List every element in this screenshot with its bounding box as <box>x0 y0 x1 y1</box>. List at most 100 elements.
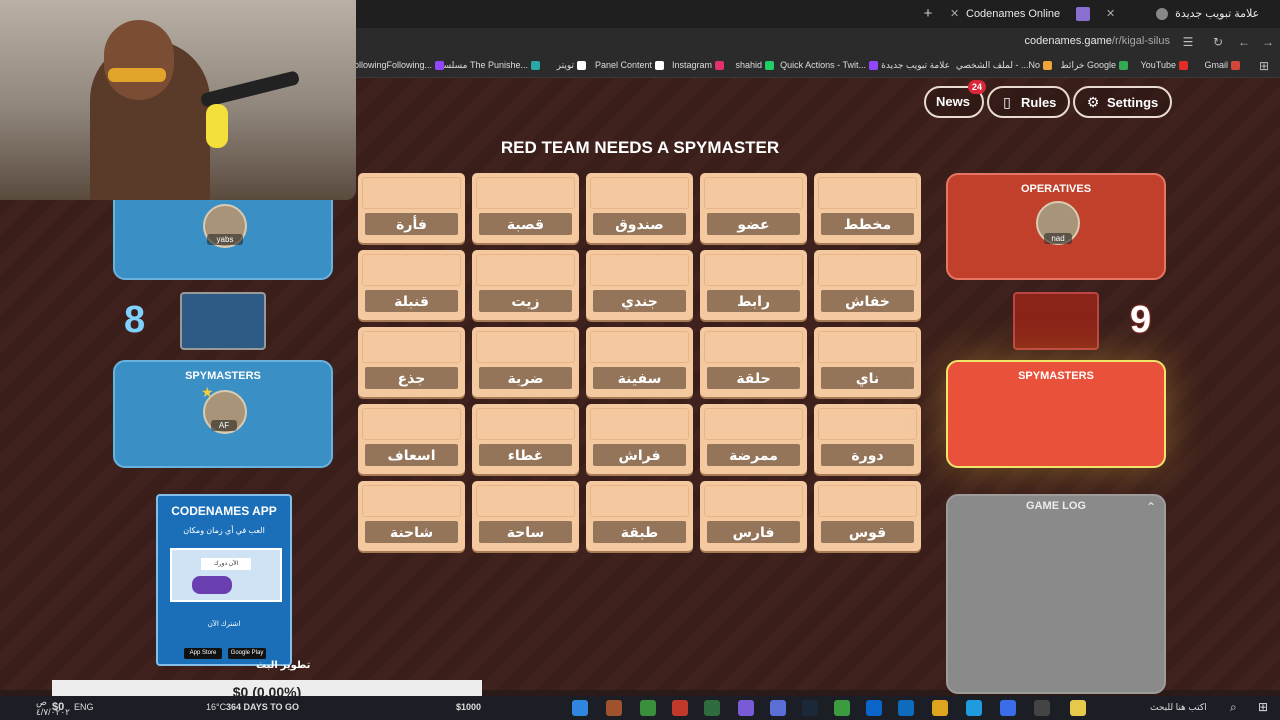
bookmark-label: Quick Actions - Twit... <box>780 60 866 70</box>
game-icon[interactable] <box>606 700 622 716</box>
stream-days-left: 364 DAYS TO GO <box>226 702 300 712</box>
bookmark-instagram[interactable]: Instagram <box>672 60 724 71</box>
word-card[interactable]: ضربة <box>472 327 579 397</box>
youtube-icon <box>1179 61 1188 71</box>
app-store-button[interactable]: App Store <box>184 648 222 659</box>
word-card[interactable]: صندوق <box>586 173 693 243</box>
app-icon[interactable] <box>672 700 688 716</box>
windows-start-icon[interactable]: ⊞ <box>1258 700 1268 714</box>
card-face <box>704 177 803 209</box>
word-card[interactable]: جندي <box>586 250 693 320</box>
bookmark-gmail[interactable]: Gmail <box>1204 60 1240 71</box>
temperature: 16°C <box>206 702 227 712</box>
app-promo-tagline: العب في أي زمان ومكان <box>183 526 265 535</box>
card-face <box>476 177 575 209</box>
settings-button[interactable]: ⚙ Settings <box>1073 86 1173 118</box>
card-word: فارس <box>707 521 800 543</box>
bookmark-maps[interactable]: خرائط Google <box>1060 60 1128 71</box>
chrome-icon <box>1156 8 1168 21</box>
word-card[interactable]: اسعاف <box>358 404 465 474</box>
close-tab-icon[interactable]: ✕ <box>1100 4 1121 24</box>
card-face <box>704 485 803 517</box>
word-card[interactable]: طبقة <box>586 481 693 551</box>
rules-label: Rules <box>1021 95 1057 110</box>
bookmark-twitter[interactable]: تويتر <box>557 60 586 71</box>
taskbar-search-field[interactable]: اكتب هنا للبحث <box>1150 702 1207 713</box>
word-card[interactable]: رابط <box>700 250 807 320</box>
card-word: ممرضة <box>707 444 800 466</box>
word-card[interactable]: خفاش <box>814 250 921 320</box>
bookmark-profile[interactable]: لملف الشخصي - ...No <box>956 60 1052 71</box>
blue-operatives-panel: yabs <box>113 188 333 280</box>
bookmark-panel-content[interactable]: Panel Content <box>595 60 664 71</box>
xbox-icon[interactable] <box>704 700 720 716</box>
collapse-chevron-icon[interactable]: ⌃ <box>1146 500 1156 514</box>
forward-icon[interactable]: ← <box>1236 34 1252 50</box>
file-explorer-icon[interactable] <box>932 700 948 716</box>
spymasters-title: SPYMASTERS <box>1018 370 1094 382</box>
word-card[interactable]: قنبلة <box>358 250 465 320</box>
discord-icon[interactable] <box>738 700 754 716</box>
card-face <box>704 408 803 440</box>
game-icon[interactable] <box>572 700 588 716</box>
tab-label: علامة تبويب جديدة <box>1175 8 1260 20</box>
codenames-app-promo[interactable]: CODENAMES APP العب في أي زمان ومكان الآن… <box>156 494 292 666</box>
word-card[interactable]: مخطط <box>814 173 921 243</box>
word-card[interactable]: زيت <box>472 250 579 320</box>
task-view-icon[interactable] <box>1034 700 1050 716</box>
app-icon[interactable] <box>1000 700 1016 716</box>
rules-button[interactable]: ▯ Rules <box>987 86 1071 118</box>
word-card[interactable]: سفينة <box>586 327 693 397</box>
bookmark-punisher[interactable]: مسلسل The Punishe... <box>437 60 540 71</box>
steam-icon[interactable] <box>802 700 818 716</box>
red-spymasters-panel[interactable]: SPYMASTERS <box>946 360 1166 468</box>
bookmark-quick-actions[interactable]: Quick Actions - Twit... <box>780 60 878 71</box>
stream-goal: $1000 <box>456 702 482 712</box>
edge-icon[interactable] <box>966 700 982 716</box>
close-tab-icon[interactable]: ✕ <box>944 4 965 24</box>
word-card[interactable]: عضو <box>700 173 807 243</box>
app-icon[interactable] <box>770 700 786 716</box>
copilot-icon[interactable] <box>1070 700 1086 716</box>
word-card[interactable]: قصبة <box>472 173 579 243</box>
word-card[interactable]: فراش <box>586 404 693 474</box>
apps-grid-icon[interactable]: ⊞ <box>1256 58 1272 74</box>
bookmark-following[interactable]: FollowingFollowing... <box>348 60 444 71</box>
card-face <box>362 177 461 209</box>
bookmark-shahid[interactable]: shahid <box>735 60 774 71</box>
site-settings-icon[interactable]: ☰ <box>1180 34 1196 50</box>
plush-toy-image <box>206 104 228 148</box>
bookmark-new-tab[interactable]: علامة تبويب جديدة <box>881 60 950 71</box>
blue-spymasters-panel: SPYMASTERS ★ AF <box>113 360 333 468</box>
new-tab-button[interactable]: + <box>920 4 936 24</box>
word-card[interactable]: شاحنة <box>358 481 465 551</box>
reload-icon[interactable]: ↻ <box>1210 34 1226 50</box>
back-icon[interactable]: → <box>1260 34 1276 50</box>
news-button[interactable]: News 24 <box>924 80 986 118</box>
tab-codenames[interactable]: Codenames Online <box>960 4 1066 24</box>
word-card[interactable]: ناي <box>814 327 921 397</box>
outlook-icon[interactable] <box>866 700 882 716</box>
word-card[interactable]: فأرة <box>358 173 465 243</box>
store-icon[interactable] <box>898 700 914 716</box>
twitch-icon <box>435 61 444 71</box>
game-icon[interactable] <box>640 700 656 716</box>
blue-score: 8 <box>124 299 146 341</box>
chrome-icon[interactable] <box>834 700 850 716</box>
word-card[interactable]: فارس <box>700 481 807 551</box>
word-card[interactable]: دورة <box>814 404 921 474</box>
blue-team-card-image <box>180 292 266 350</box>
google-play-button[interactable]: Google Play <box>228 648 266 659</box>
word-card[interactable]: حلقة <box>700 327 807 397</box>
word-card[interactable]: جذع <box>358 327 465 397</box>
url-field[interactable]: codenames.game/r/kigal-silus <box>1024 35 1170 47</box>
tab-new-tab[interactable]: علامة تبويب جديدة <box>1150 4 1265 24</box>
search-icon[interactable]: ⌕ <box>1230 700 1237 715</box>
language-indicator[interactable]: ENG <box>74 702 94 712</box>
word-card[interactable]: قوس <box>814 481 921 551</box>
card-word: عضو <box>707 213 800 235</box>
word-card[interactable]: غطاء <box>472 404 579 474</box>
bookmark-youtube[interactable]: YouTube <box>1141 60 1188 71</box>
word-card[interactable]: ساحة <box>472 481 579 551</box>
word-card[interactable]: ممرضة <box>700 404 807 474</box>
